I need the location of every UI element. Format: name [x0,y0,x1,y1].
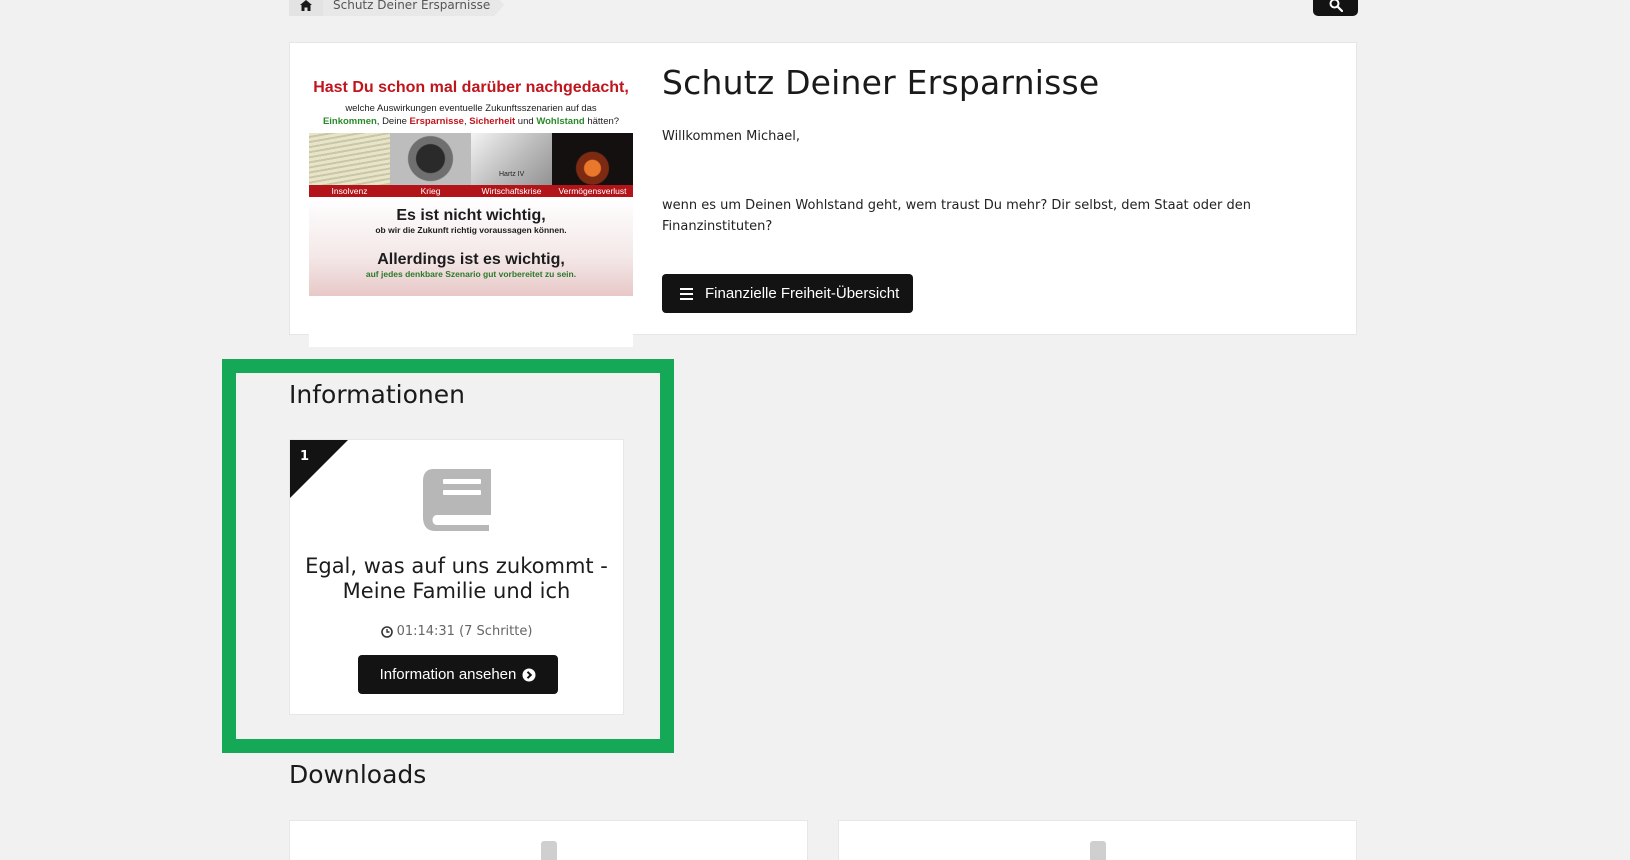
image-subline-2: Einkommen, Deine Ersparnisse, Sicherheit… [322,116,620,127]
breadcrumb-home[interactable] [289,0,323,16]
image-bottom-text: Es ist nicht wichtig, ob wir die Zukunft… [309,197,633,296]
photo-krieg: Krieg [390,133,471,197]
download-card-2[interactable] [838,820,1357,860]
image-photo-strip: Insolvenz Krieg Hartz IV Wirtschaftskris… [309,133,633,197]
chevron-circle-right-icon [522,668,536,681]
book-icon [423,469,491,531]
duration-text: 01:14:31 (7 Schritte) [396,624,533,639]
information-title: Egal, was auf uns zukommt - Meine Famili… [305,554,608,603]
card-number: 1 [300,449,310,464]
photo-insolvenz: Insolvenz [309,133,390,197]
downloads-heading: Downloads [289,760,427,789]
file-icon [1090,841,1106,860]
menu-icon [680,287,693,300]
welcome-text: Willkommen Michael, [662,129,801,144]
overview-button[interactable]: Finanzielle Freiheit-Übersicht [662,274,914,313]
information-card: 1 Egal, was auf uns zukommt - Meine Fami… [289,439,624,715]
informationen-heading: Informationen [289,380,465,409]
search-button[interactable] [1313,0,1358,16]
breadcrumb: Schutz Deiner Ersparnisse [289,0,504,16]
file-icon [541,841,557,860]
page-title: Schutz Deiner Ersparnisse [662,63,1100,102]
hero-image: Hast Du schon mal darüber nachgedacht, w… [309,71,633,347]
image-headline: Hast Du schon mal darüber nachgedacht, [313,79,629,96]
search-icon [1329,0,1343,12]
clock-icon [380,625,393,638]
view-information-button[interactable]: Information ansehen [358,655,558,694]
overview-button-label: Finanzielle Freiheit-Übersicht [705,285,900,302]
home-icon [300,0,312,11]
card-number-ribbon [290,440,348,498]
photo-vermoegensverlust: Vermögensverlust [552,133,633,197]
information-duration: 01:14:31 (7 Schritte) [290,624,623,639]
download-card-1[interactable] [289,820,808,860]
photo-wirtschaftskrise: Hartz IV Wirtschaftskrise [471,133,552,197]
page: Schutz Deiner Ersparnisse Hast Du schon … [0,0,1630,860]
view-information-label: Information ansehen [379,666,517,683]
hero-card: Hast Du schon mal darüber nachgedacht, w… [289,42,1357,347]
image-subline: welche Auswirkungen eventuelle Zukunftss… [345,103,597,114]
intro-text: wenn es um Deinen Wohlstand geht, wem tr… [662,198,1251,234]
breadcrumb-current[interactable]: Schutz Deiner Ersparnisse [323,0,504,16]
